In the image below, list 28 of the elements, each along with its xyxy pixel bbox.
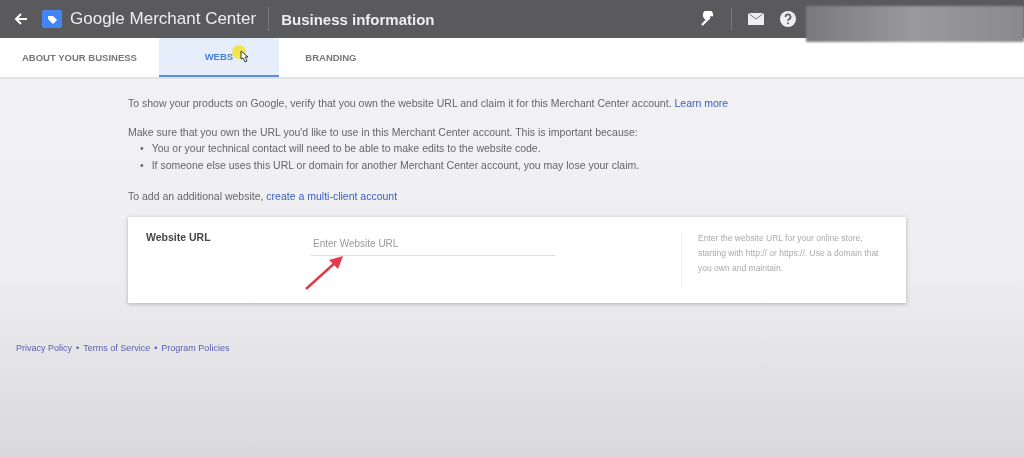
bullet-mark: • [140, 158, 144, 173]
learn-more-link[interactable]: Learn more [674, 97, 729, 109]
additional-text: To add an additional website, create a multi-client account [128, 189, 399, 204]
wrench-icon[interactable] [699, 11, 715, 27]
back-arrow-icon[interactable] [14, 12, 28, 26]
product-name: Google Merchant Center [70, 9, 257, 29]
multi-client-link[interactable]: create a multi-client account [266, 190, 398, 202]
notice-text: Make sure that you own the URL you'd like to use in this Merchant Center account. This is important because: [128, 125, 639, 140]
arrow-icon [303, 255, 345, 291]
url-input-field[interactable]: Enter Website URL [311, 231, 555, 256]
separator-dot: • [154, 343, 158, 353]
page-title: Business information [281, 10, 435, 28]
bullet-mark: • [140, 141, 144, 156]
help-icon[interactable] [780, 11, 796, 27]
separator-dot: • [76, 343, 80, 353]
footer-link[interactable]: Program Policies [161, 343, 230, 353]
footer-link[interactable]: Terms of Service [83, 343, 151, 353]
field-label: Website URL [146, 231, 212, 245]
tag-logo-icon [42, 10, 62, 28]
bullet-item: If someone else uses this URL or domain for another Merchant Center account, you may lose your claim. [151, 158, 640, 173]
intro-text: To show your products on Google, verify that you own the website URL and claim it for this Merchant Center account. Learn more [128, 96, 730, 111]
tab[interactable]: ABOUT YOUR BUSINESS [0, 38, 159, 77]
footer-link[interactable]: Privacy Policy [16, 343, 72, 353]
mail-icon[interactable] [748, 13, 764, 25]
tab[interactable]: WEBS [158, 38, 279, 77]
bullet-item: You or your technical contact will need to be able to make edits to the website code. [151, 141, 541, 156]
tab[interactable]: BRANDING [278, 38, 383, 77]
help-text: Enter the website URL for your online store, starting with http:// or https://. Use a domain that you own and maintain. [681, 231, 888, 289]
